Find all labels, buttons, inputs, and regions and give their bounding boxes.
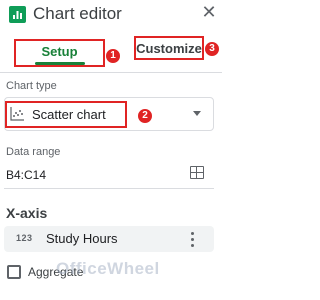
data-range-input[interactable]: B4:C14 [6,168,46,182]
x-axis-series-name: Study Hours [46,231,118,246]
tabs-divider [0,72,222,73]
aggregate-checkbox[interactable] [7,265,21,279]
more-vert-icon[interactable] [190,230,196,248]
tab-customize[interactable]: Customize [134,36,204,60]
x-axis-series-chip[interactable]: 123 Study Hours [4,226,214,252]
sheets-chart-icon [9,6,26,23]
editor-title: Chart editor [33,4,122,23]
data-range-label: Data range [6,146,61,158]
active-tab-indicator [35,62,85,65]
data-range-underline [4,188,214,189]
tab-customize-label: Customize [136,41,202,56]
tab-setup-label: Setup [41,44,78,59]
step-badge-2: 2 [137,108,153,124]
tab-setup[interactable]: Setup [14,39,105,67]
step-badge-3: 3 [204,41,220,57]
close-icon[interactable]: ✕ [200,3,218,21]
scatter-chart-icon [10,107,24,121]
chart-type-label: Chart type [6,80,57,92]
editor-header: Chart editor ✕ [0,0,222,34]
x-axis-title: X-axis [6,205,48,221]
editor-tabs: Setup 1 Customize 3 [0,34,222,70]
number-type-icon: 123 [16,233,33,243]
grid-icon[interactable] [190,166,204,179]
chevron-down-icon[interactable] [193,111,201,116]
chart-type-value: Scatter chart [32,107,106,122]
step-badge-1: 1 [105,48,121,64]
chart-type-selection[interactable]: Scatter chart [5,101,127,128]
officewheel-watermark: OfficeWheel [56,259,160,278]
